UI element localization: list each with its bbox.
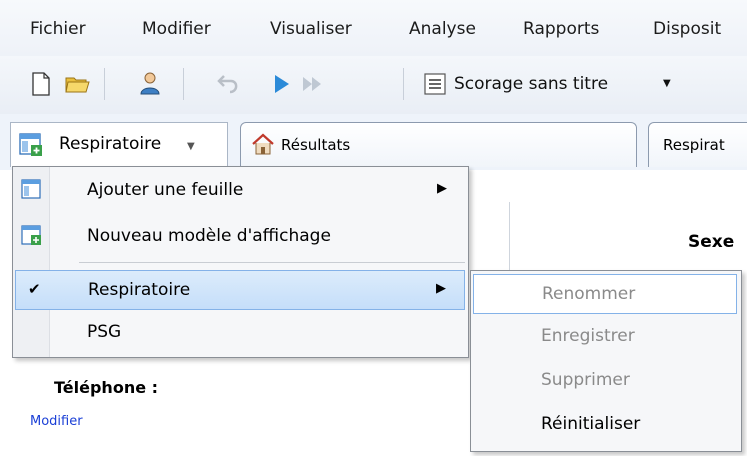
check-icon: ✔ — [28, 280, 41, 298]
tab-respiratoire[interactable]: Respirat — [648, 122, 747, 167]
list-icon — [424, 73, 446, 95]
submenu-item-label: Réinitialiser — [541, 414, 641, 434]
tab-resultats[interactable]: Résultats — [240, 122, 637, 167]
submenu-delete[interactable]: Supprimer — [473, 361, 737, 399]
open-folder-icon[interactable] — [64, 70, 90, 96]
submenu-rename[interactable]: Renommer — [473, 274, 737, 314]
sheet-icon — [21, 179, 41, 199]
submenu-item-label: Supprimer — [541, 370, 630, 390]
menu-visualiser[interactable]: Visualiser — [270, 19, 352, 39]
submenu-arrow-icon: ▶ — [437, 181, 447, 196]
tab-respiratoire-label: Respirat — [663, 136, 725, 154]
layout-template-icon — [19, 133, 42, 156]
phone-label: Téléphone : — [54, 378, 159, 397]
menu-modifier[interactable]: Modifier — [142, 19, 211, 39]
sexe-label: Sexe — [688, 232, 735, 252]
menu-item-label: Respiratoire — [88, 280, 191, 300]
submenu-arrow-icon: ▶ — [436, 281, 446, 296]
menu-rapports[interactable]: Rapports — [523, 19, 599, 39]
play-icon[interactable] — [268, 71, 294, 97]
view-template-button[interactable]: Respiratoire ▼ — [10, 122, 228, 167]
chevron-down-icon: ▼ — [663, 78, 671, 89]
scoring-label: Scorage sans titre — [454, 74, 609, 94]
menu-item-add-sheet[interactable]: Ajouter une feuille ▶ — [15, 171, 465, 209]
tab-strip: Respiratoire ▼ Résultats Respirat — [0, 114, 747, 170]
fast-forward-icon[interactable] — [300, 71, 326, 97]
menu-item-psg[interactable]: PSG — [15, 313, 465, 351]
undo-icon[interactable] — [216, 70, 242, 96]
menu-dispositifs[interactable]: Disposit — [653, 19, 721, 39]
submenu-save[interactable]: Enregistrer — [473, 317, 737, 355]
submenu-item-label: Enregistrer — [541, 326, 635, 346]
menu-item-label: Nouveau modèle d'affichage — [87, 226, 331, 246]
submenu-reset[interactable]: Réinitialiser — [473, 405, 737, 443]
user-icon[interactable] — [137, 70, 163, 96]
menu-item-label: Ajouter une feuille — [87, 180, 244, 200]
toolbar: Scorage sans titre ▼ — [0, 56, 747, 115]
home-icon — [252, 133, 274, 155]
view-dropdown-menu: Ajouter une feuille ▶ Nouveau modèle d'a… — [12, 166, 469, 358]
menu-item-new-template[interactable]: Nouveau modèle d'affichage — [15, 217, 465, 255]
view-template-label: Respiratoire — [59, 134, 162, 154]
menu-item-label: PSG — [87, 322, 122, 342]
tab-resultats-label: Résultats — [281, 136, 351, 154]
respiratoire-submenu: Renommer Enregistrer Supprimer Réinitial… — [470, 270, 742, 452]
layout-template-icon — [21, 225, 41, 245]
menu-analyse[interactable]: Analyse — [409, 19, 476, 39]
menu-bar: Fichier Modifier Visualiser Analyse Rapp… — [0, 0, 747, 56]
menu-separator — [79, 262, 465, 263]
submenu-item-label: Renommer — [542, 284, 636, 304]
modify-link[interactable]: Modifier — [30, 414, 83, 429]
menu-item-respiratoire[interactable]: ✔ Respiratoire ▶ — [15, 270, 465, 310]
menu-fichier[interactable]: Fichier — [30, 19, 86, 39]
chevron-down-icon: ▼ — [187, 141, 195, 152]
new-document-icon[interactable] — [28, 71, 54, 97]
